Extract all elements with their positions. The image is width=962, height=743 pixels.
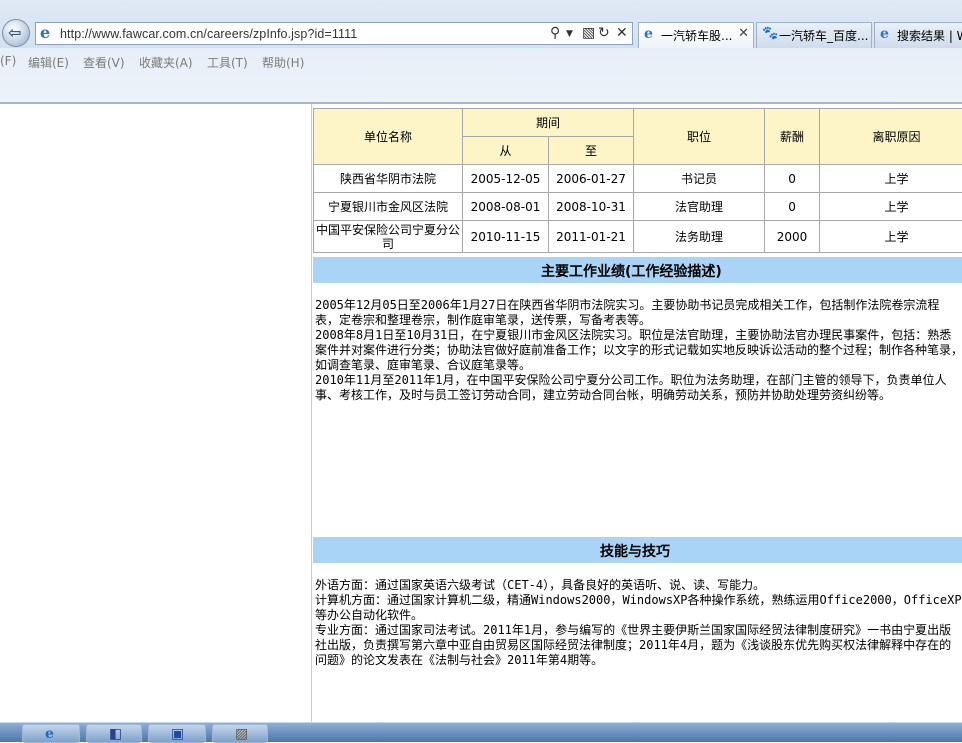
cell-company: 中国平安保险公司宁夏分公司	[314, 221, 463, 253]
header-to: 至	[549, 137, 634, 165]
skills-heading: 技能与技巧	[313, 537, 962, 563]
tab-label: 一汽轿车股...	[661, 29, 732, 43]
cell-reason: 上学	[820, 165, 962, 193]
dropdown-arrow-icon[interactable]: ▼	[566, 29, 573, 39]
header-period: 期间	[463, 109, 634, 137]
menu-edit[interactable]: 编辑(E)	[28, 54, 69, 71]
cell-company: 宁夏银川市金风区法院	[314, 193, 463, 221]
cell-salary: 0	[765, 193, 820, 221]
achievement-paragraph: 2005年12月05日至2006年1月27日在陕西省华阴市法院实习。主要协助书记…	[315, 298, 962, 328]
compatibility-view-icon[interactable]: ▧	[582, 25, 595, 41]
tab-baidu[interactable]: 🐾 一汽轿车_百度...	[756, 22, 872, 48]
header-salary: 薪酬	[765, 109, 820, 165]
stop-icon[interactable]: ✕	[616, 25, 628, 41]
header-position: 职位	[634, 109, 765, 165]
resume-content: 单位名称 期间 职位 薪酬 离职原因 从 至 陕西省华阴市法院 2005-12-…	[313, 108, 962, 722]
taskbar-app-button[interactable]: ◧	[86, 724, 142, 743]
ie-icon: e	[45, 726, 54, 742]
cell-position: 书记员	[634, 165, 765, 193]
menu-bar: (F) 编辑(E) 查看(V) 收藏夹(A) 工具(T) 帮助(H)	[0, 52, 962, 72]
cell-to: 2008-10-31	[549, 193, 634, 221]
taskbar-document-button[interactable]: ▣	[148, 724, 206, 743]
menu-file[interactable]: (F)	[0, 54, 16, 68]
browser-chrome: ⇦ e http://www.fawcar.com.cn/careers/zpI…	[0, 0, 962, 104]
ie-icon: e	[880, 27, 889, 41]
achievements-heading: 主要工作业绩(工作经验描述)	[313, 257, 962, 283]
cell-to: 2011-01-21	[549, 221, 634, 253]
app-icon: ◧	[109, 726, 122, 742]
skills-text: 外语方面：通过国家英语六级考试（CET-4），具备良好的英语听、说、读、写能力。…	[315, 578, 962, 668]
back-arrow-icon: ⇦	[8, 23, 21, 42]
left-blank-pane	[0, 104, 312, 722]
header-from: 从	[463, 137, 549, 165]
achievements-text: 2005年12月05日至2006年1月27日在陕西省华阴市法院实习。主要协助书记…	[315, 298, 962, 403]
table-row: 中国平安保险公司宁夏分公司 2010-11-15 2011-01-21 法务助理…	[314, 221, 962, 253]
header-reason: 离职原因	[820, 109, 962, 165]
taskbar-image-button[interactable]: ▨	[212, 724, 268, 743]
cell-company: 陕西省华阴市法院	[314, 165, 463, 193]
skill-paragraph: 外语方面：通过国家英语六级考试（CET-4），具备良好的英语听、说、读、写能力。	[315, 578, 962, 593]
header-company: 单位名称	[314, 109, 463, 165]
ie-page-icon: e	[40, 25, 56, 41]
image-icon: ▨	[235, 726, 248, 742]
cell-from: 2010-11-15	[463, 221, 549, 253]
menu-favorites[interactable]: 收藏夹(A)	[139, 54, 193, 71]
cell-to: 2006-01-27	[549, 165, 634, 193]
menu-tools[interactable]: 工具(T)	[207, 54, 248, 71]
back-button[interactable]: ⇦	[2, 19, 30, 47]
achievement-paragraph: 2010年11月至2011年1月，在中国平安保险公司宁夏分公司工作。职位为法务助…	[315, 373, 962, 403]
work-history-table: 单位名称 期间 职位 薪酬 离职原因 从 至 陕西省华阴市法院 2005-12-…	[313, 108, 962, 253]
cell-position: 法官助理	[634, 193, 765, 221]
menu-view[interactable]: 查看(V)	[83, 54, 125, 71]
tab-fawcar[interactable]: e 一汽轿车股... ✕	[638, 22, 754, 48]
taskbar: e ◧ ▣ ▨	[0, 722, 962, 742]
document-icon: ▣	[171, 726, 184, 742]
cell-from: 2005-12-05	[463, 165, 549, 193]
url-text[interactable]: http://www.fawcar.com.cn/careers/zpInfo.…	[60, 27, 357, 41]
tab-label: 搜索结果 | W	[897, 29, 962, 43]
address-bar[interactable]: e http://www.fawcar.com.cn/careers/zpInf…	[35, 22, 633, 45]
menu-help[interactable]: 帮助(H)	[262, 54, 304, 71]
cell-reason: 上学	[820, 193, 962, 221]
refresh-icon[interactable]: ↻	[598, 25, 610, 41]
achievement-paragraph: 2008年8月1日至10月31日，在宁夏银川市金风区法院实习。职位是法官助理，主…	[315, 328, 962, 373]
cell-from: 2008-08-01	[463, 193, 549, 221]
table-row: 陕西省华阴市法院 2005-12-05 2006-01-27 书记员 0 上学	[314, 165, 962, 193]
search-icon[interactable]: ⚲	[550, 25, 560, 41]
cell-salary: 2000	[765, 221, 820, 253]
cell-salary: 0	[765, 165, 820, 193]
tab-search-results[interactable]: e 搜索结果 | W	[874, 22, 962, 48]
tab-label: 一汽轿车_百度...	[779, 29, 868, 43]
baidu-paw-icon: 🐾	[762, 27, 778, 41]
table-row: 宁夏银川市金风区法院 2008-08-01 2008-10-31 法官助理 0 …	[314, 193, 962, 221]
ie-icon: e	[644, 27, 653, 41]
skill-paragraph: 计算机方面：通过国家计算机二级，精通Windows2000，WindowsXP各…	[315, 593, 962, 623]
skill-paragraph: 专业方面：通过国家司法考试。2011年1月，参与编写的《世界主要伊斯兰国家国际经…	[315, 623, 962, 668]
cell-position: 法务助理	[634, 221, 765, 253]
taskbar-ie-button[interactable]: e	[22, 724, 80, 743]
tab-close-icon[interactable]: ✕	[738, 26, 749, 41]
cell-reason: 上学	[820, 221, 962, 253]
